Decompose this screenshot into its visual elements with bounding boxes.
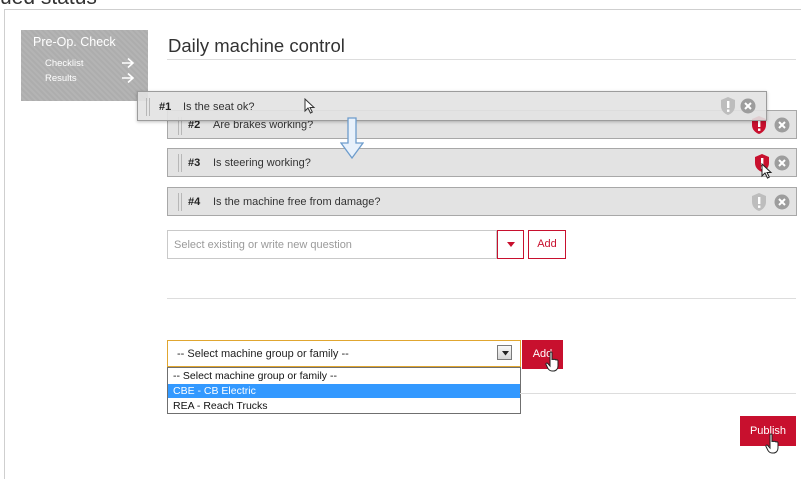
shield-icon[interactable] [750, 192, 768, 212]
remove-icon[interactable] [774, 155, 790, 171]
hand-pointer-icon [545, 351, 559, 372]
question-text: Is the seat ok? [183, 101, 255, 113]
shield-icon[interactable] [719, 96, 737, 116]
section-divider [167, 298, 796, 299]
page-title: Daily machine control [168, 35, 345, 56]
frame-left-border [4, 9, 5, 479]
arrow-right-icon[interactable] [121, 57, 135, 69]
question-dropdown-button[interactable] [497, 230, 524, 259]
drag-handle-icon[interactable] [178, 193, 184, 211]
sidebar-item-results[interactable]: Results [45, 73, 77, 84]
drag-handle-icon[interactable] [178, 154, 184, 172]
remove-icon[interactable] [774, 117, 790, 133]
drag-handle-icon[interactable] [146, 98, 152, 116]
frame-top-border [4, 9, 801, 10]
question-search-input[interactable]: Select existing or write new question [167, 230, 497, 259]
select-arrow-button[interactable] [497, 345, 512, 360]
question-row-3[interactable]: #3 Is steering working? [167, 148, 797, 179]
caret-down-icon [507, 242, 515, 247]
dropdown-option[interactable]: REA - Reach Trucks [168, 399, 520, 413]
remove-icon[interactable] [740, 98, 756, 114]
question-number: #3 [188, 157, 201, 169]
arrow-right-icon[interactable] [121, 72, 135, 84]
caret-down-icon [502, 351, 509, 356]
sidebar-title[interactable]: Pre-Op. Check [33, 35, 116, 49]
dropdown-option-highlighted[interactable]: CBE - CB Electric [168, 384, 520, 398]
question-text: Is steering working? [213, 157, 311, 169]
machine-group-dropdown-list: -- Select machine group or family -- CBE… [167, 367, 521, 414]
hand-pointer-icon [765, 433, 779, 454]
question-row-4[interactable]: #4 Is the machine free from damage? [167, 187, 797, 216]
dropdown-option[interactable]: -- Select machine group or family -- [168, 369, 520, 383]
question-text: Is the machine free from damage? [213, 196, 381, 208]
section-divider [520, 393, 796, 394]
mouse-pointer-icon [304, 98, 316, 114]
question-number: #4 [188, 196, 201, 208]
dragged-question-row-1[interactable]: #1 Is the seat ok? [137, 91, 767, 121]
drop-arrow-icon [340, 117, 364, 159]
add-question-button[interactable]: Add [528, 230, 566, 259]
mouse-pointer-icon [761, 163, 773, 179]
question-number: #1 [159, 101, 172, 113]
sidebar-item-checklist[interactable]: Checklist [45, 58, 84, 69]
title-divider [167, 59, 796, 60]
sidebar: Pre-Op. Check Checklist Results [21, 30, 148, 101]
remove-icon[interactable] [774, 194, 790, 210]
machine-group-select[interactable]: -- Select machine group or family -- [167, 340, 521, 367]
